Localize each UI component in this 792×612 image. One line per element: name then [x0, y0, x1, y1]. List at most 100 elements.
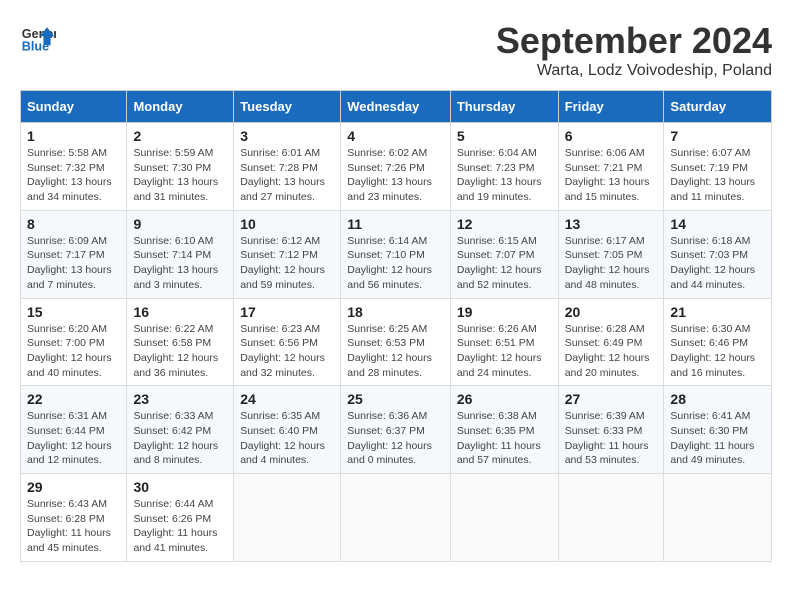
- calendar-cell: 20 Sunrise: 6:28 AM Sunset: 6:49 PM Dayli…: [558, 298, 664, 386]
- day-number: 10: [240, 216, 334, 232]
- day-number: 23: [133, 391, 227, 407]
- calendar-cell: 16 Sunrise: 6:22 AM Sunset: 6:58 PM Dayli…: [127, 298, 234, 386]
- day-number: 14: [670, 216, 765, 232]
- day-number: 25: [347, 391, 444, 407]
- day-detail: Sunrise: 6:15 AM Sunset: 7:07 PM Dayligh…: [457, 234, 552, 293]
- location: Warta, Lodz Voivodeship, Poland: [496, 62, 772, 80]
- day-number: 22: [27, 391, 120, 407]
- day-detail: Sunrise: 6:12 AM Sunset: 7:12 PM Dayligh…: [240, 234, 334, 293]
- calendar-cell: 24 Sunrise: 6:35 AM Sunset: 6:40 PM Dayli…: [234, 386, 341, 474]
- day-number: 13: [565, 216, 658, 232]
- day-detail: Sunrise: 6:28 AM Sunset: 6:49 PM Dayligh…: [565, 322, 658, 381]
- calendar-cell: 9 Sunrise: 6:10 AM Sunset: 7:14 PM Daylig…: [127, 210, 234, 298]
- day-detail: Sunrise: 6:10 AM Sunset: 7:14 PM Dayligh…: [133, 234, 227, 293]
- day-number: 15: [27, 304, 120, 320]
- day-detail: Sunrise: 6:26 AM Sunset: 6:51 PM Dayligh…: [457, 322, 552, 381]
- calendar-cell: 6 Sunrise: 6:06 AM Sunset: 7:21 PM Daylig…: [558, 123, 664, 211]
- day-number: 18: [347, 304, 444, 320]
- day-detail: Sunrise: 6:43 AM Sunset: 6:28 PM Dayligh…: [27, 497, 120, 556]
- weekday-header-thursday: Thursday: [450, 91, 558, 123]
- calendar-week-row: 22Sunrise: 6:31 AM Sunset: 6:44 PM Dayli…: [21, 386, 772, 474]
- day-number: 3: [240, 128, 334, 144]
- calendar-cell: 19 Sunrise: 6:26 AM Sunset: 6:51 PM Dayli…: [450, 298, 558, 386]
- calendar-cell: 30 Sunrise: 6:44 AM Sunset: 6:26 PM Dayli…: [127, 474, 234, 562]
- day-detail: Sunrise: 6:09 AM Sunset: 7:17 PM Dayligh…: [27, 234, 120, 293]
- calendar-cell: 2 Sunrise: 5:59 AM Sunset: 7:30 PM Daylig…: [127, 123, 234, 211]
- day-number: 30: [133, 479, 227, 495]
- calendar-week-row: 8 Sunrise: 6:09 AM Sunset: 7:17 PM Daylig…: [21, 210, 772, 298]
- day-number: 21: [670, 304, 765, 320]
- day-detail: Sunrise: 6:23 AM Sunset: 6:56 PM Dayligh…: [240, 322, 334, 381]
- calendar-cell: [341, 474, 451, 562]
- calendar-table: SundayMondayTuesdayWednesdayThursdayFrid…: [20, 90, 772, 562]
- day-number: 1: [27, 128, 120, 144]
- day-number: 6: [565, 128, 658, 144]
- day-detail: Sunrise: 5:58 AM Sunset: 7:32 PM Dayligh…: [27, 146, 120, 205]
- day-detail: Sunrise: 6:38 AM Sunset: 6:35 PM Dayligh…: [457, 409, 552, 468]
- day-detail: Sunrise: 6:02 AM Sunset: 7:26 PM Dayligh…: [347, 146, 444, 205]
- calendar-cell: 3 Sunrise: 6:01 AM Sunset: 7:28 PM Daylig…: [234, 123, 341, 211]
- weekday-header-tuesday: Tuesday: [234, 91, 341, 123]
- day-number: 16: [133, 304, 227, 320]
- day-detail: Sunrise: 6:30 AM Sunset: 6:46 PM Dayligh…: [670, 322, 765, 381]
- title-block: September 2024 Warta, Lodz Voivodeship, …: [496, 20, 772, 80]
- weekday-header-sunday: Sunday: [21, 91, 127, 123]
- day-number: 17: [240, 304, 334, 320]
- calendar-week-row: 15 Sunrise: 6:20 AM Sunset: 7:00 PM Dayli…: [21, 298, 772, 386]
- day-detail: Sunrise: 6:33 AM Sunset: 6:42 PM Dayligh…: [133, 409, 227, 468]
- calendar-cell: 10 Sunrise: 6:12 AM Sunset: 7:12 PM Dayli…: [234, 210, 341, 298]
- weekday-header-wednesday: Wednesday: [341, 91, 451, 123]
- calendar-cell: 18Sunrise: 6:25 AM Sunset: 6:53 PM Dayli…: [341, 298, 451, 386]
- calendar-cell: 15 Sunrise: 6:20 AM Sunset: 7:00 PM Dayli…: [21, 298, 127, 386]
- day-number: 24: [240, 391, 334, 407]
- calendar-cell: [234, 474, 341, 562]
- calendar-cell: 17 Sunrise: 6:23 AM Sunset: 6:56 PM Dayli…: [234, 298, 341, 386]
- calendar-cell: 13 Sunrise: 6:17 AM Sunset: 7:05 PM Dayli…: [558, 210, 664, 298]
- calendar-cell: [558, 474, 664, 562]
- calendar-cell: 12Sunrise: 6:15 AM Sunset: 7:07 PM Dayli…: [450, 210, 558, 298]
- calendar-week-row: 29 Sunrise: 6:43 AM Sunset: 6:28 PM Dayli…: [21, 474, 772, 562]
- day-detail: Sunrise: 6:01 AM Sunset: 7:28 PM Dayligh…: [240, 146, 334, 205]
- day-number: 4: [347, 128, 444, 144]
- day-detail: Sunrise: 6:39 AM Sunset: 6:33 PM Dayligh…: [565, 409, 658, 468]
- day-detail: Sunrise: 6:06 AM Sunset: 7:21 PM Dayligh…: [565, 146, 658, 205]
- day-detail: Sunrise: 5:59 AM Sunset: 7:30 PM Dayligh…: [133, 146, 227, 205]
- calendar-cell: [450, 474, 558, 562]
- day-detail: Sunrise: 6:18 AM Sunset: 7:03 PM Dayligh…: [670, 234, 765, 293]
- weekday-header-monday: Monday: [127, 91, 234, 123]
- calendar-cell: 27 Sunrise: 6:39 AM Sunset: 6:33 PM Dayli…: [558, 386, 664, 474]
- calendar-cell: 28 Sunrise: 6:41 AM Sunset: 6:30 PM Dayli…: [664, 386, 772, 474]
- calendar-cell: [664, 474, 772, 562]
- day-number: 2: [133, 128, 227, 144]
- calendar-cell: 14 Sunrise: 6:18 AM Sunset: 7:03 PM Dayli…: [664, 210, 772, 298]
- day-number: 20: [565, 304, 658, 320]
- day-number: 29: [27, 479, 120, 495]
- day-detail: Sunrise: 6:41 AM Sunset: 6:30 PM Dayligh…: [670, 409, 765, 468]
- calendar-cell: 7Sunrise: 6:07 AM Sunset: 7:19 PM Daylig…: [664, 123, 772, 211]
- calendar-cell: 29 Sunrise: 6:43 AM Sunset: 6:28 PM Dayli…: [21, 474, 127, 562]
- day-number: 11: [347, 216, 444, 232]
- day-detail: Sunrise: 6:22 AM Sunset: 6:58 PM Dayligh…: [133, 322, 227, 381]
- day-detail: Sunrise: 6:36 AM Sunset: 6:37 PM Dayligh…: [347, 409, 444, 468]
- logo: General Blue: [20, 20, 56, 56]
- calendar-cell: 21 Sunrise: 6:30 AM Sunset: 6:46 PM Dayli…: [664, 298, 772, 386]
- day-number: 9: [133, 216, 227, 232]
- month-title: September 2024: [496, 20, 772, 62]
- logo-icon: General Blue: [20, 20, 56, 56]
- day-detail: Sunrise: 6:04 AM Sunset: 7:23 PM Dayligh…: [457, 146, 552, 205]
- calendar-cell: 25 Sunrise: 6:36 AM Sunset: 6:37 PM Dayli…: [341, 386, 451, 474]
- calendar-cell: 22Sunrise: 6:31 AM Sunset: 6:44 PM Dayli…: [21, 386, 127, 474]
- day-number: 8: [27, 216, 120, 232]
- day-number: 19: [457, 304, 552, 320]
- day-number: 26: [457, 391, 552, 407]
- calendar-cell: 11Sunrise: 6:14 AM Sunset: 7:10 PM Dayli…: [341, 210, 451, 298]
- day-number: 5: [457, 128, 552, 144]
- day-detail: Sunrise: 6:35 AM Sunset: 6:40 PM Dayligh…: [240, 409, 334, 468]
- day-detail: Sunrise: 6:20 AM Sunset: 7:00 PM Dayligh…: [27, 322, 120, 381]
- calendar-cell: 5 Sunrise: 6:04 AM Sunset: 7:23 PM Daylig…: [450, 123, 558, 211]
- day-number: 27: [565, 391, 658, 407]
- day-detail: Sunrise: 6:17 AM Sunset: 7:05 PM Dayligh…: [565, 234, 658, 293]
- day-number: 28: [670, 391, 765, 407]
- day-detail: Sunrise: 6:44 AM Sunset: 6:26 PM Dayligh…: [133, 497, 227, 556]
- calendar-cell: 8 Sunrise: 6:09 AM Sunset: 7:17 PM Daylig…: [21, 210, 127, 298]
